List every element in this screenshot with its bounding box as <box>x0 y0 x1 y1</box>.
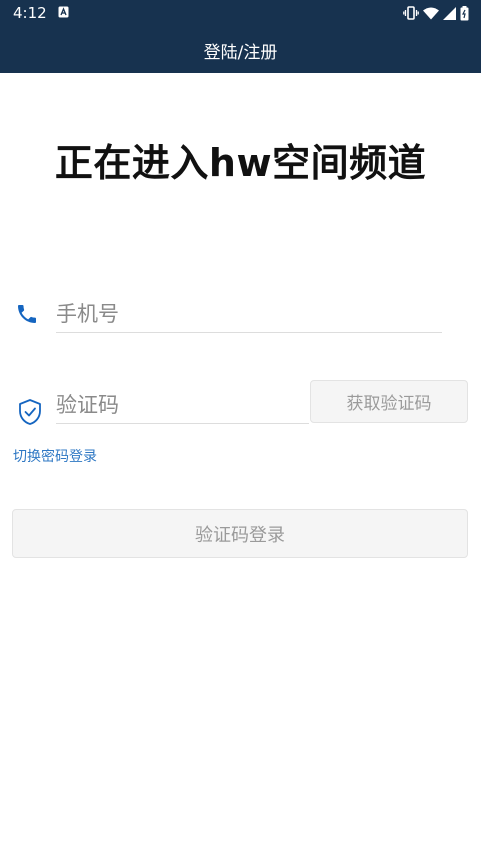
shield-check-icon <box>19 399 41 425</box>
vibrate-icon <box>403 6 419 20</box>
code-login-button[interactable]: 验证码登录 <box>12 509 468 558</box>
page-header-title: 登陆/注册 <box>203 43 278 63</box>
get-code-button[interactable]: 获取验证码 <box>310 380 468 423</box>
status-icons <box>403 5 469 21</box>
app-header: 4:12 登陆/注册 <box>0 0 481 73</box>
phone-icon <box>18 305 36 323</box>
wifi-icon <box>423 7 439 19</box>
phone-input[interactable] <box>56 296 442 333</box>
cell-signal-icon <box>443 6 456 20</box>
verification-code-input[interactable] <box>56 387 309 424</box>
notification-a-icon <box>58 6 69 18</box>
switch-password-login-link[interactable]: 切换密码登录 <box>13 446 97 466</box>
status-time: 4:12 <box>13 4 47 22</box>
battery-icon <box>460 5 469 20</box>
status-bar: 4:12 <box>0 0 481 26</box>
page-title: 正在进入hw空间频道 <box>54 141 427 185</box>
